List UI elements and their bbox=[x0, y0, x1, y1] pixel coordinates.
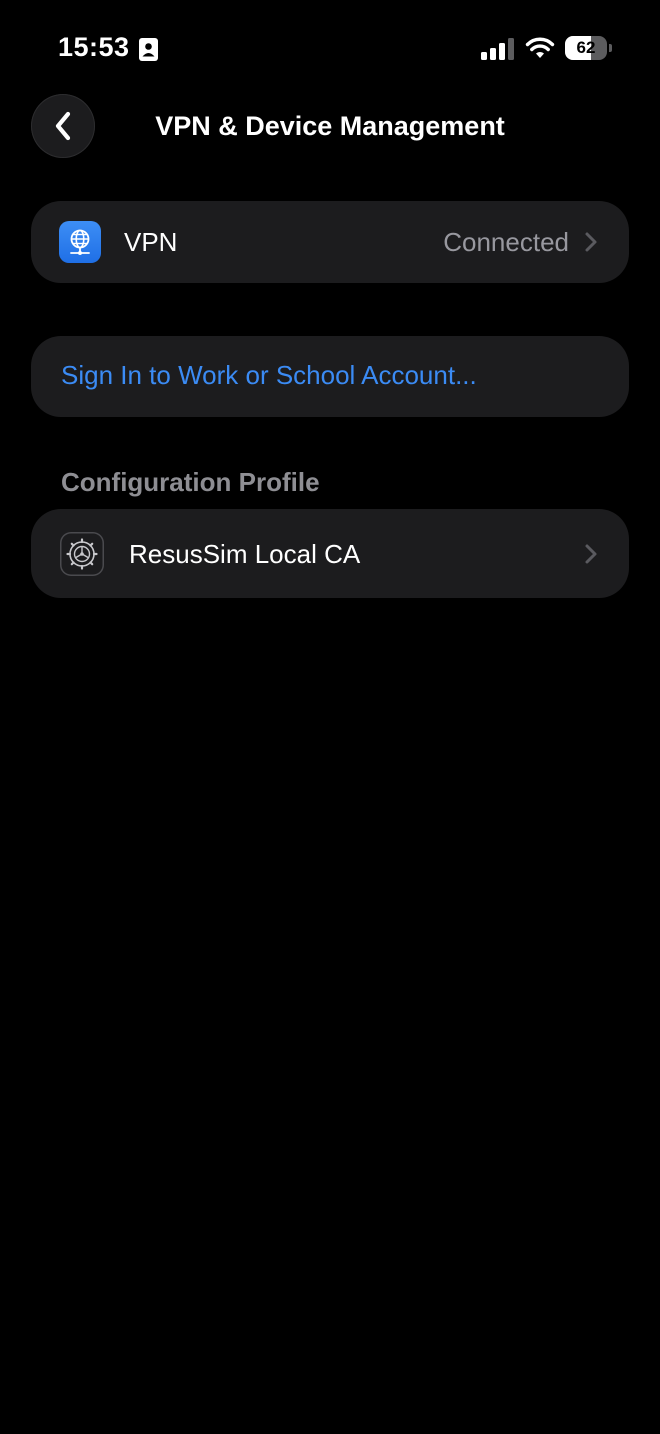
wifi-icon bbox=[525, 37, 555, 58]
vpn-label: VPN bbox=[124, 227, 178, 257]
configuration-profile-group: ResusSim Local CA bbox=[31, 509, 629, 598]
signin-group: Sign In to Work or School Account... bbox=[31, 336, 629, 417]
vpn-globe-icon bbox=[59, 221, 101, 263]
chevron-right-icon bbox=[585, 232, 597, 252]
profile-row-resussim-local-ca[interactable]: ResusSim Local CA bbox=[31, 509, 629, 598]
page-title: VPN & Device Management bbox=[155, 111, 505, 141]
battery-cap bbox=[609, 44, 612, 52]
status-bar: 15:53 62 bbox=[0, 0, 660, 96]
profile-label: ResusSim Local CA bbox=[129, 539, 361, 569]
section-header-configuration-profile: Configuration Profile bbox=[61, 467, 320, 497]
cellular-signal-icon bbox=[481, 38, 514, 60]
vpn-row[interactable]: VPN Connected bbox=[31, 201, 629, 283]
signin-row[interactable]: Sign In to Work or School Account... bbox=[31, 336, 629, 417]
settings-gear-icon bbox=[60, 532, 104, 576]
battery-icon: 62 bbox=[565, 36, 613, 60]
sign-in-work-school-link[interactable]: Sign In to Work or School Account... bbox=[61, 358, 477, 392]
vpn-group: VPN Connected bbox=[31, 201, 629, 283]
vpn-status-value: Connected bbox=[443, 227, 569, 257]
battery-percent: 62 bbox=[576, 38, 596, 57]
status-time: 15:53 bbox=[58, 32, 130, 62]
battery-body: 62 bbox=[565, 36, 607, 60]
chevron-right-icon bbox=[585, 544, 597, 564]
id-card-icon bbox=[139, 38, 158, 61]
